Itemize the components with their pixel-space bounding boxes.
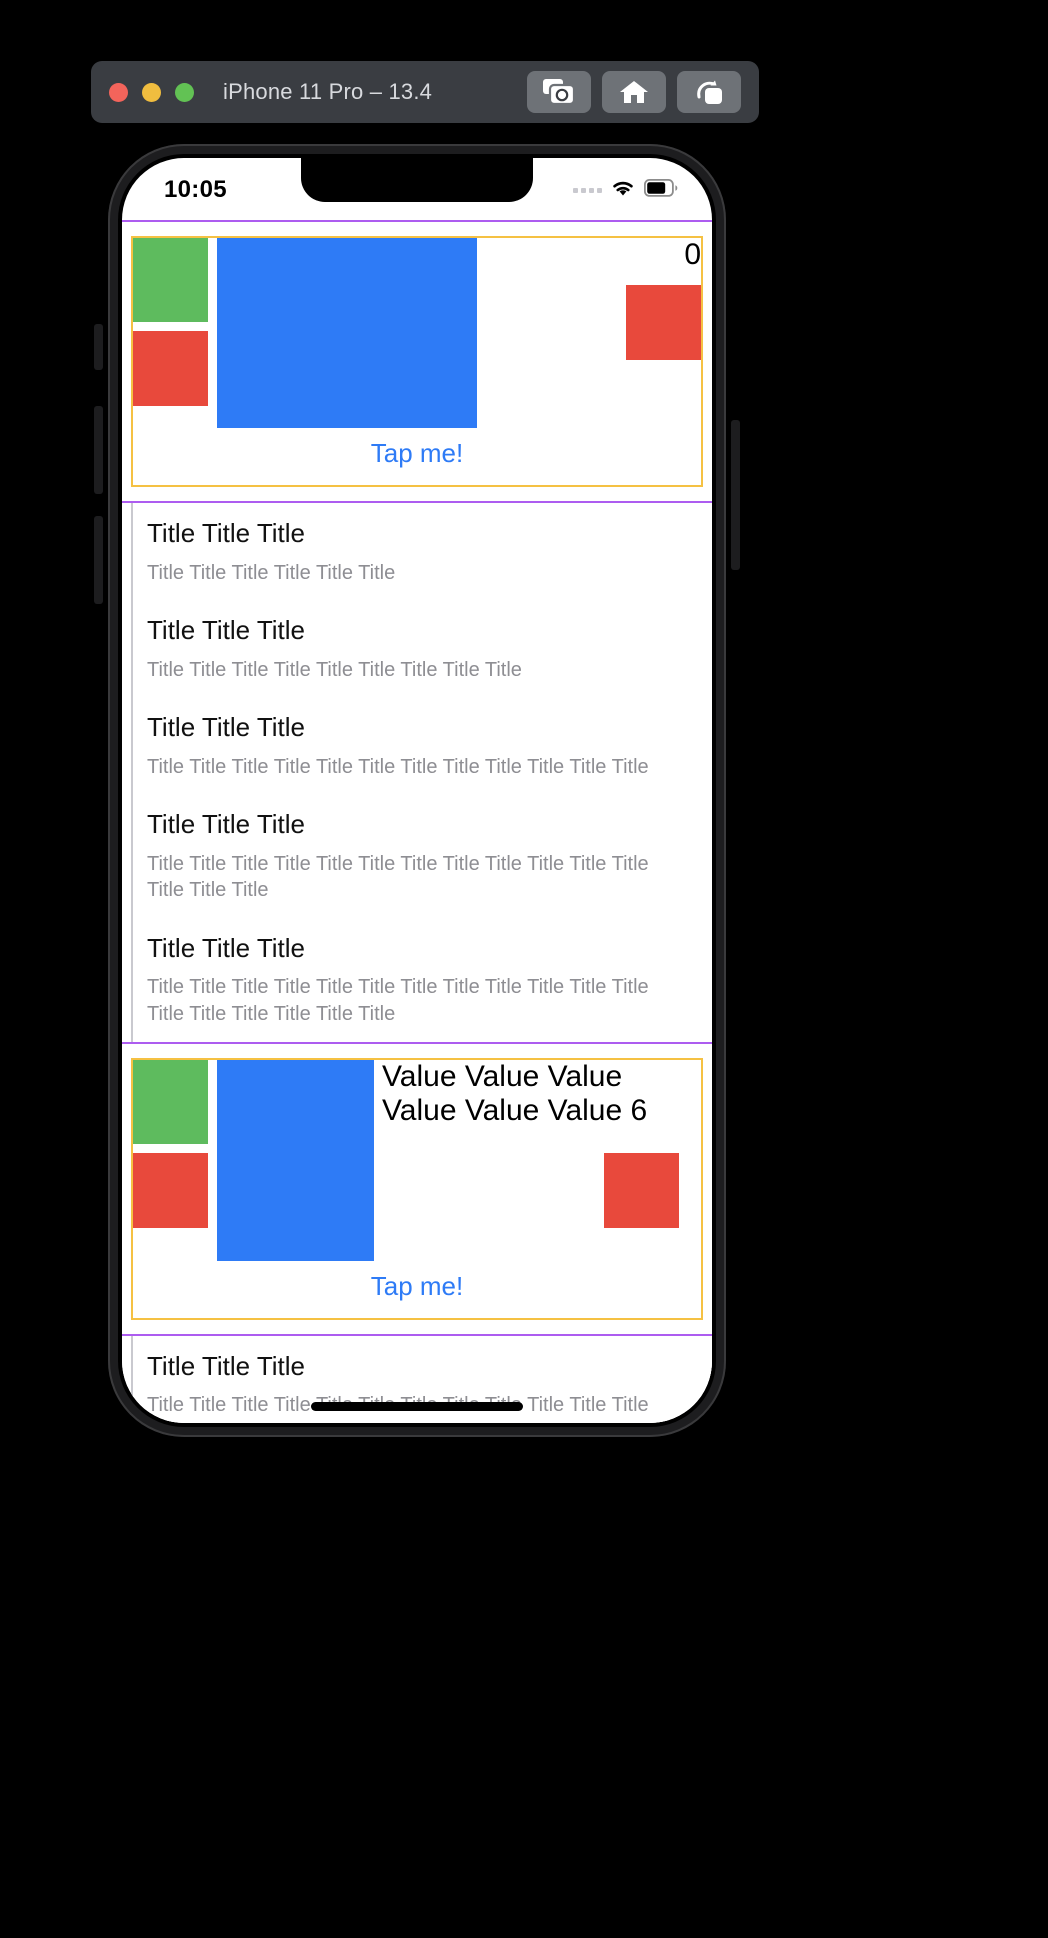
list-item[interactable]: Title Title Title Title Title Title Titl… — [133, 794, 712, 918]
volume-down-button[interactable] — [94, 516, 103, 604]
rotate-button[interactable] — [677, 71, 741, 113]
tap-me-link-1[interactable]: Tap me! — [133, 428, 701, 485]
home-button[interactable] — [602, 71, 666, 113]
status-indicators — [573, 178, 678, 202]
list-item-subtitle: Title Title Title Title Title Title Titl… — [147, 852, 649, 902]
card-container-2: Value Value Value Value Value Value 6 Ta… — [122, 1041, 712, 1336]
list-item-title: Title Title Title — [147, 712, 305, 743]
list-item-title: Title Title Title — [147, 809, 305, 840]
tappable-card-1[interactable]: 0 Tap me! — [131, 236, 703, 487]
status-bar: 10:05 — [122, 158, 712, 220]
list-item-title: Title Title Title — [147, 615, 305, 646]
simulator-toolbar — [527, 71, 741, 113]
list-item[interactable]: Title Title Title Title Title Title Titl… — [133, 697, 712, 794]
tap-me-link-2[interactable]: Tap me! — [133, 1261, 701, 1318]
blue-rectangle-2 — [217, 1059, 374, 1261]
app-content: 0 Tap me! Title Title Title Title Title … — [122, 220, 712, 1423]
signal-dots-icon — [573, 187, 602, 193]
battery-icon — [643, 178, 678, 202]
red-square-left — [133, 331, 208, 406]
device-notch — [301, 158, 533, 202]
blue-rectangle-1 — [217, 238, 477, 428]
volume-up-button[interactable] — [94, 406, 103, 494]
card-body-1: 0 — [133, 238, 701, 428]
device-screen: 10:05 0 Tap me! Title Title Title Title … — [122, 158, 712, 1423]
card-count-label-1: 0 — [684, 238, 701, 271]
simulator-stage: iPhone 11 Pro – 13.4 10:05 0 Tap me! Tit… — [0, 0, 1048, 1938]
screenshot-button[interactable] — [527, 71, 591, 113]
window-traffic-lights — [109, 82, 194, 102]
card-left-column-1 — [133, 238, 208, 406]
side-power-button[interactable] — [731, 420, 740, 570]
home-indicator[interactable] — [311, 1402, 523, 1411]
list-item-subtitle: Title Title Title Title Title Title — [147, 561, 396, 584]
mute-switch[interactable] — [94, 324, 103, 370]
red-square-left — [133, 1152, 208, 1228]
green-square — [133, 1059, 208, 1144]
card-body-2: Value Value Value Value Value Value 6 — [133, 1059, 701, 1261]
device-bezel: 10:05 0 Tap me! Title Title Title Title … — [118, 154, 716, 1427]
card-right-column-2: Value Value Value Value Value Value 6 — [374, 1060, 701, 1228]
red-square-right — [626, 284, 701, 360]
list-item-subtitle: Title Title Title Title Title Title Titl… — [147, 755, 649, 778]
simulator-window-titlebar: iPhone 11 Pro – 13.4 — [91, 61, 759, 123]
list-item-title: Title Title Title — [147, 932, 305, 963]
wifi-icon — [610, 178, 636, 202]
green-square — [133, 238, 208, 322]
card-left-column-2 — [133, 1059, 208, 1228]
device-frame: 10:05 0 Tap me! Title Title Title Title … — [108, 144, 726, 1437]
list-item-title: Title Title Title — [147, 518, 305, 548]
red-square-right — [604, 1152, 679, 1228]
list-item[interactable]: Title Title Title Title Title Title Titl… — [133, 503, 712, 600]
home-icon — [619, 79, 649, 105]
status-time: 10:05 — [164, 176, 227, 203]
card-right-column-1: 0 — [477, 238, 701, 360]
camera-icon — [543, 79, 575, 105]
zoom-button[interactable] — [175, 82, 194, 102]
window-title: iPhone 11 Pro – 13.4 — [223, 79, 433, 104]
minimize-button[interactable] — [142, 82, 161, 102]
card-container-1: 0 Tap me! — [122, 220, 712, 503]
list-item-subtitle: Title Title Title Title Title Title Titl… — [147, 976, 649, 1026]
card-count-label-2: Value Value Value Value Value Value 6 — [382, 1059, 648, 1128]
list-top: Title Title Title Title Title Title Titl… — [131, 503, 712, 1042]
list-item-title: Title Title Title — [147, 1350, 305, 1381]
close-button[interactable] — [109, 82, 128, 102]
list-item[interactable]: Title Title Title Title Title Title Titl… — [133, 918, 712, 1042]
list-item[interactable]: Title Title Title Title Title Title Titl… — [133, 600, 712, 697]
rotate-device-icon — [694, 79, 724, 105]
list-item-subtitle: Title Title Title Title Title Title Titl… — [147, 658, 522, 681]
tappable-card-2[interactable]: Value Value Value Value Value Value 6 Ta… — [131, 1057, 703, 1320]
